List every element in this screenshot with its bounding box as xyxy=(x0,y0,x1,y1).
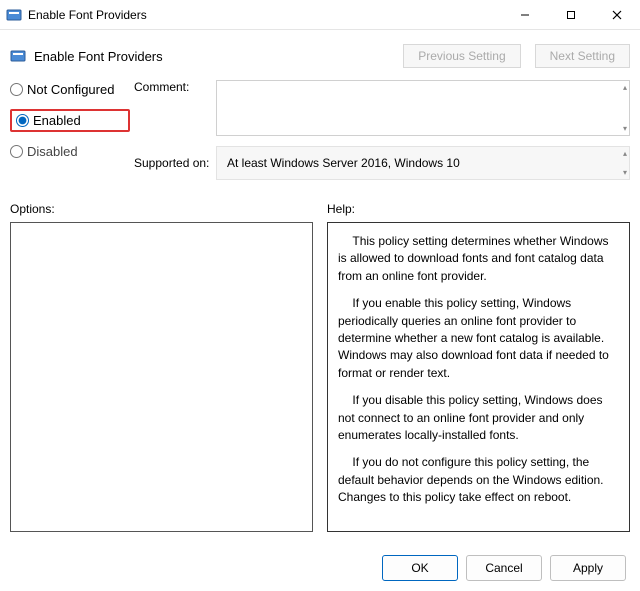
titlebar: Enable Font Providers xyxy=(0,0,640,30)
scroll-up-icon[interactable]: ▴ xyxy=(623,83,627,92)
minimize-button[interactable] xyxy=(502,0,548,29)
header-row: Enable Font Providers Previous Setting N… xyxy=(10,36,630,76)
help-paragraph: If you do not configure this policy sett… xyxy=(338,454,619,506)
supported-on-value: At least Windows Server 2016, Windows 10 xyxy=(227,156,460,170)
options-box[interactable] xyxy=(10,222,313,532)
help-pane: Help: This policy setting determines whe… xyxy=(327,202,630,532)
help-paragraph: If you disable this policy setting, Wind… xyxy=(338,392,619,444)
supported-on-label: Supported on: xyxy=(134,156,212,170)
apply-button[interactable]: Apply xyxy=(550,555,626,581)
support-scroll-up-icon[interactable]: ▴ xyxy=(623,149,627,158)
window-title: Enable Font Providers xyxy=(28,8,502,22)
support-scroll-down-icon[interactable]: ▾ xyxy=(623,168,627,177)
enabled-highlight: Enabled xyxy=(10,109,130,132)
radio-enabled[interactable]: Enabled xyxy=(16,113,124,128)
radio-disabled-input[interactable] xyxy=(10,145,23,158)
radio-enabled-input[interactable] xyxy=(16,114,29,127)
options-pane: Options: xyxy=(10,202,313,532)
help-box[interactable]: This policy setting determines whether W… xyxy=(327,222,630,532)
policy-title: Enable Font Providers xyxy=(34,49,389,64)
dialog-footer: OK Cancel Apply xyxy=(0,543,640,591)
window-controls xyxy=(502,0,640,29)
policy-icon xyxy=(10,48,26,64)
scroll-down-icon[interactable]: ▾ xyxy=(623,124,627,133)
app-icon xyxy=(6,7,22,23)
cancel-button[interactable]: Cancel xyxy=(466,555,542,581)
comment-textarea[interactable]: ▴ ▾ xyxy=(216,80,630,136)
help-paragraph: If you enable this policy setting, Windo… xyxy=(338,295,619,382)
radio-not-configured-label: Not Configured xyxy=(27,82,114,97)
radio-disabled[interactable]: Disabled xyxy=(10,144,130,159)
radio-not-configured-input[interactable] xyxy=(10,83,23,96)
help-label: Help: xyxy=(327,202,630,216)
radio-not-configured[interactable]: Not Configured xyxy=(10,82,130,97)
supported-on-box: At least Windows Server 2016, Windows 10… xyxy=(216,146,630,180)
state-radio-group: Not Configured Enabled Disabled xyxy=(10,80,130,159)
comment-label: Comment: xyxy=(134,80,212,94)
previous-setting-button[interactable]: Previous Setting xyxy=(403,44,520,68)
radio-disabled-label: Disabled xyxy=(27,144,78,159)
help-paragraph: This policy setting determines whether W… xyxy=(338,233,619,285)
next-setting-button[interactable]: Next Setting xyxy=(535,44,630,68)
close-button[interactable] xyxy=(594,0,640,29)
options-label: Options: xyxy=(10,202,313,216)
radio-enabled-label: Enabled xyxy=(33,113,81,128)
maximize-button[interactable] xyxy=(548,0,594,29)
ok-button[interactable]: OK xyxy=(382,555,458,581)
